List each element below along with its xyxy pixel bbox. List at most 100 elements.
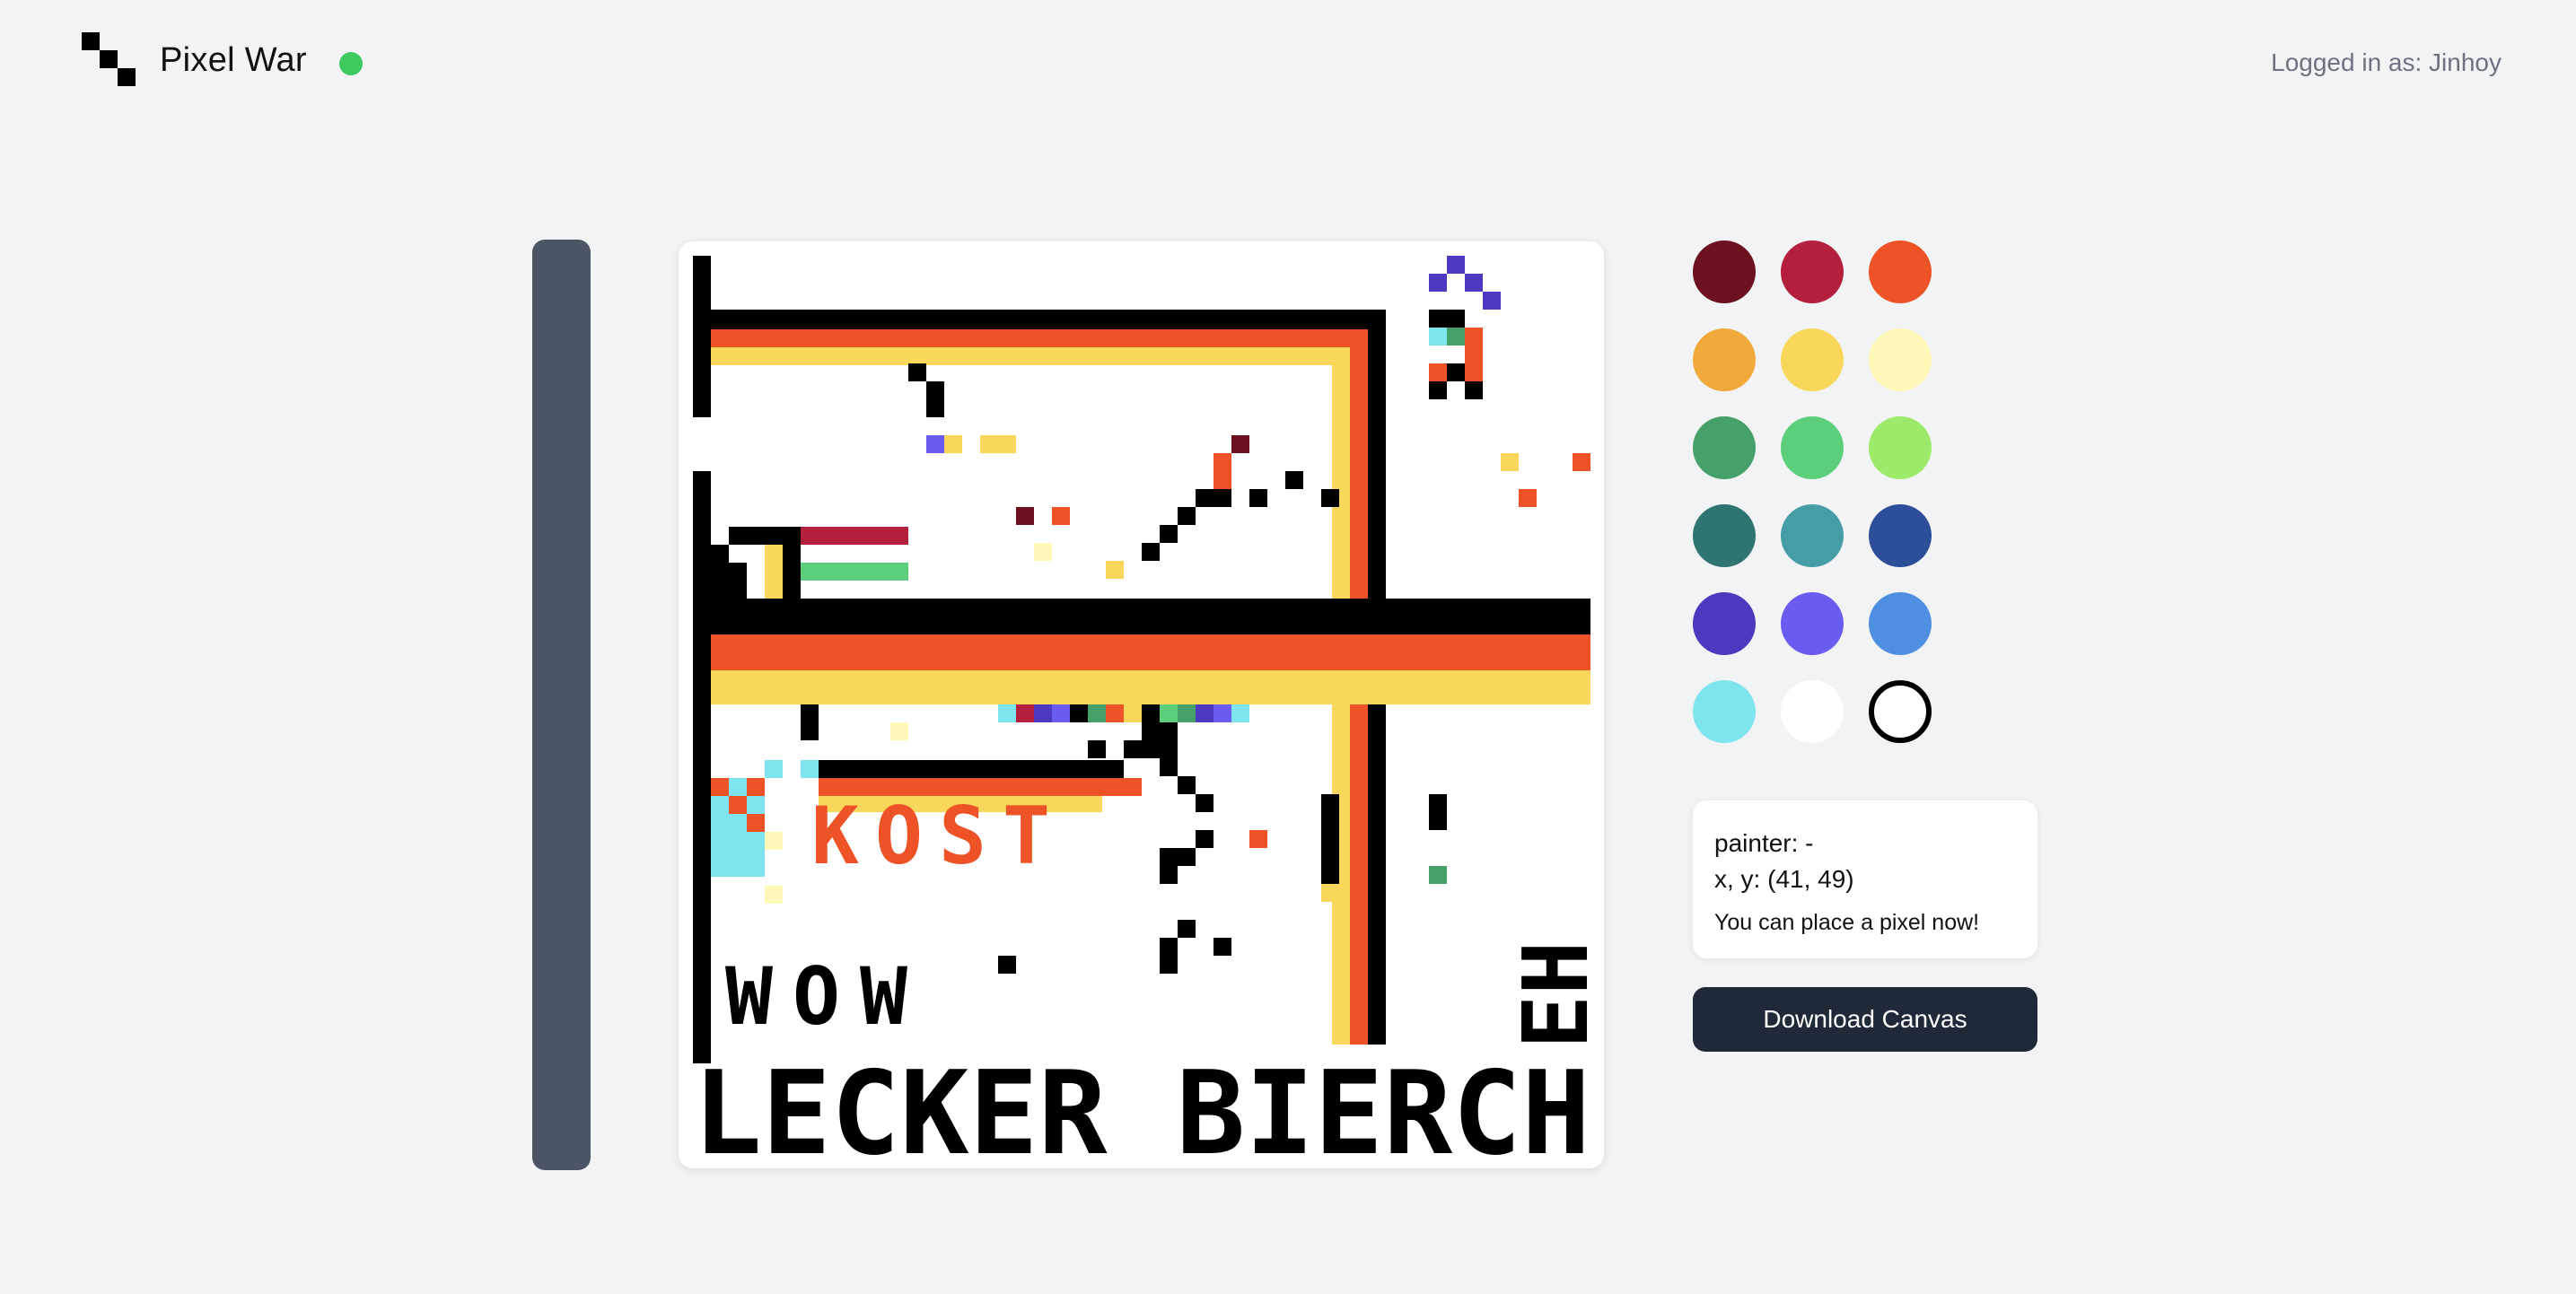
placement-status: You can place a pixel now! — [1714, 910, 1980, 935]
palette-swatch[interactable] — [1693, 240, 1756, 303]
canvas-pixel — [1196, 830, 1214, 848]
coords-label: x, y: (41, 49) — [1714, 865, 1854, 893]
canvas-pixel — [1249, 830, 1267, 848]
palette-swatch[interactable] — [1781, 680, 1844, 743]
canvas-pixel — [1321, 489, 1339, 507]
canvas-pixel — [1429, 794, 1447, 830]
palette-swatch[interactable] — [1869, 328, 1932, 391]
zoom-slider-track[interactable] — [532, 240, 591, 1170]
canvas-pixel — [1160, 848, 1178, 884]
canvas-pixel — [1465, 381, 1483, 399]
palette-swatch[interactable] — [1869, 504, 1932, 567]
canvas-pixel — [1231, 704, 1249, 722]
canvas-pixel — [1465, 274, 1483, 292]
palette-swatch[interactable] — [1693, 328, 1756, 391]
canvas-pixel — [1214, 453, 1231, 489]
flag-stripe-orange — [711, 329, 1368, 347]
canvas-pixel — [711, 545, 729, 599]
palette-swatch[interactable] — [1781, 328, 1844, 391]
palette-swatch[interactable] — [1781, 416, 1844, 479]
palette-swatch[interactable] — [1693, 504, 1756, 567]
canvas-pixel — [1106, 704, 1124, 722]
canvas-word-wow: WOW — [725, 950, 927, 1043]
canvas-pixel — [1070, 704, 1088, 722]
canvas-pixel — [1321, 884, 1339, 902]
canvas-pixel — [1249, 489, 1267, 507]
canvas-pixel — [1447, 328, 1465, 345]
canvas-pixel — [1052, 704, 1070, 722]
app-title: Pixel War — [160, 41, 307, 79]
pixel-logo-icon — [82, 32, 139, 90]
palette-swatch-selected[interactable] — [1869, 680, 1932, 743]
palette-swatch[interactable] — [1869, 592, 1932, 655]
flag-vertical-black-lower — [1368, 704, 1386, 1045]
flag-h-orange — [711, 634, 1590, 670]
canvas-pixel — [890, 722, 908, 740]
flag-h-black — [693, 599, 1590, 634]
canvas-pixel — [1231, 435, 1249, 453]
canvas-pixel — [1178, 507, 1196, 525]
palette-swatch[interactable] — [1869, 240, 1932, 303]
palette-swatch[interactable] — [1693, 592, 1756, 655]
canvas-pixel — [1178, 848, 1196, 866]
canvas-pixel — [1142, 543, 1160, 561]
canvas-pixel — [801, 704, 819, 740]
canvas-pixel — [1160, 938, 1178, 974]
canvas-pixel — [1429, 328, 1447, 345]
canvas-pixel — [1034, 543, 1052, 561]
canvas-pixel — [765, 832, 783, 850]
canvas-pixel — [926, 381, 944, 417]
canvas-pixel — [1196, 704, 1214, 722]
canvas-pixel — [1214, 704, 1231, 722]
pixel-canvas-card[interactable]: KOST WOW LECKER BIERCH EH — [679, 241, 1604, 1168]
flag-vertical-orange-lower — [1350, 704, 1368, 1045]
canvas-pixel — [998, 704, 1016, 722]
canvas-pixel — [1142, 722, 1160, 758]
canvas-pixel — [1160, 722, 1178, 776]
palette-swatch[interactable] — [1869, 416, 1932, 479]
bar-red — [801, 527, 908, 545]
palette-swatch[interactable] — [1781, 592, 1844, 655]
canvas-pixel — [1214, 938, 1231, 956]
canvas-pixel — [801, 760, 819, 778]
canvas-pixel — [765, 545, 783, 599]
flag-stripe-black — [711, 310, 1386, 329]
canvas-word-eh: EH — [1503, 941, 1604, 1049]
canvas-pixel — [765, 886, 783, 904]
canvas-pixel — [1447, 256, 1465, 274]
login-status: Logged in as: Jinhoy — [2271, 48, 2502, 76]
bar-green — [801, 563, 908, 581]
canvas-pixel — [1321, 794, 1339, 884]
canvas-pixel — [944, 435, 962, 453]
flag-stripe-yellow — [711, 347, 1350, 365]
palette-swatch[interactable] — [1781, 504, 1844, 567]
canvas-pixel — [998, 956, 1016, 974]
canvas-pixel — [1034, 704, 1052, 722]
canvas-pixel — [1124, 704, 1142, 722]
canvas-pixel — [1501, 453, 1519, 471]
canvas-pixel — [908, 363, 926, 381]
canvas-pixel — [1429, 310, 1465, 328]
palette-swatch[interactable] — [1781, 240, 1844, 303]
canvas-pixel — [1196, 794, 1214, 812]
canvas-pixel — [729, 563, 747, 599]
canvas-stroke — [693, 471, 711, 1063]
canvas-pixel — [1178, 776, 1196, 794]
canvas-pixel — [926, 435, 944, 453]
pixel-canvas[interactable]: KOST WOW LECKER BIERCH EH — [679, 241, 1604, 1168]
canvas-pixel — [747, 778, 765, 796]
download-canvas-button[interactable]: Download Canvas — [1693, 987, 2037, 1052]
canvas-pixel — [1196, 489, 1231, 507]
palette-swatch[interactable] — [1693, 680, 1756, 743]
small-flag-black — [819, 760, 1124, 778]
canvas-pixel — [747, 814, 765, 832]
palette-swatch[interactable] — [1693, 416, 1756, 479]
canvas-pixel — [1429, 363, 1447, 381]
canvas-pixel — [729, 527, 765, 545]
canvas-pixel — [1483, 292, 1501, 310]
canvas-pixel — [1178, 920, 1196, 938]
canvas-pixel — [1573, 453, 1590, 471]
canvas-pixel — [1088, 740, 1106, 758]
canvas-word-lecker-bierch: LECKER BIERCH — [693, 1047, 1590, 1168]
canvas-pixel — [711, 778, 729, 796]
